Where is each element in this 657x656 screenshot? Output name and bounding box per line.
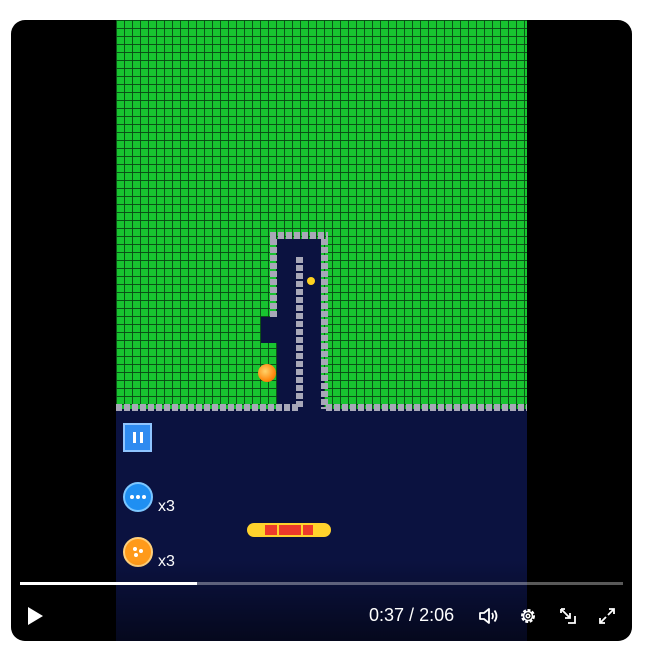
game-pause-button[interactable] (123, 423, 152, 452)
paddle-stripe (301, 523, 303, 537)
tunnel-notch (261, 317, 283, 343)
duration: 2:06 (419, 605, 455, 625)
pause-icon (132, 432, 136, 443)
dots-icon (133, 547, 143, 557)
multiball-count: x3 (158, 498, 175, 515)
progress-bar[interactable] (20, 582, 623, 585)
video-player[interactable]: x3 x3 0:37 / 2:06 (11, 20, 632, 641)
ball (307, 277, 315, 285)
floor-wall-right (326, 404, 527, 411)
miniplayer-icon (560, 608, 576, 624)
tunnel-wall-right (321, 239, 328, 409)
settings-button[interactable] (516, 604, 540, 628)
volume-icon (479, 608, 498, 624)
player-controls: 0:37 / 2:06 (11, 560, 632, 641)
gear-icon (521, 609, 535, 623)
play-button[interactable] (23, 604, 47, 628)
paddle-stripe (277, 523, 279, 537)
time-display: 0:37 / 2:06 (369, 605, 454, 626)
paddle-core (265, 525, 313, 535)
game-screen[interactable]: x3 x3 (116, 20, 527, 641)
progress-fill (20, 582, 198, 585)
fullscreen-button[interactable] (595, 604, 619, 628)
volume-button[interactable] (477, 604, 501, 628)
tunnel-wall-top (270, 232, 328, 239)
fullscreen-icon (599, 608, 615, 624)
pause-icon-bar (139, 432, 143, 443)
floor-wall-left (116, 404, 298, 411)
fireball (258, 364, 276, 382)
paddle[interactable] (247, 523, 331, 537)
tunnel-wall-inner (296, 257, 303, 409)
tunnel-wall-left (270, 239, 277, 319)
time-separator: / (404, 605, 420, 625)
current-time: 0:37 (369, 605, 405, 625)
miniplayer-button[interactable] (556, 604, 580, 628)
multiball-powerup-icon[interactable] (123, 482, 153, 512)
play-icon (28, 607, 43, 625)
